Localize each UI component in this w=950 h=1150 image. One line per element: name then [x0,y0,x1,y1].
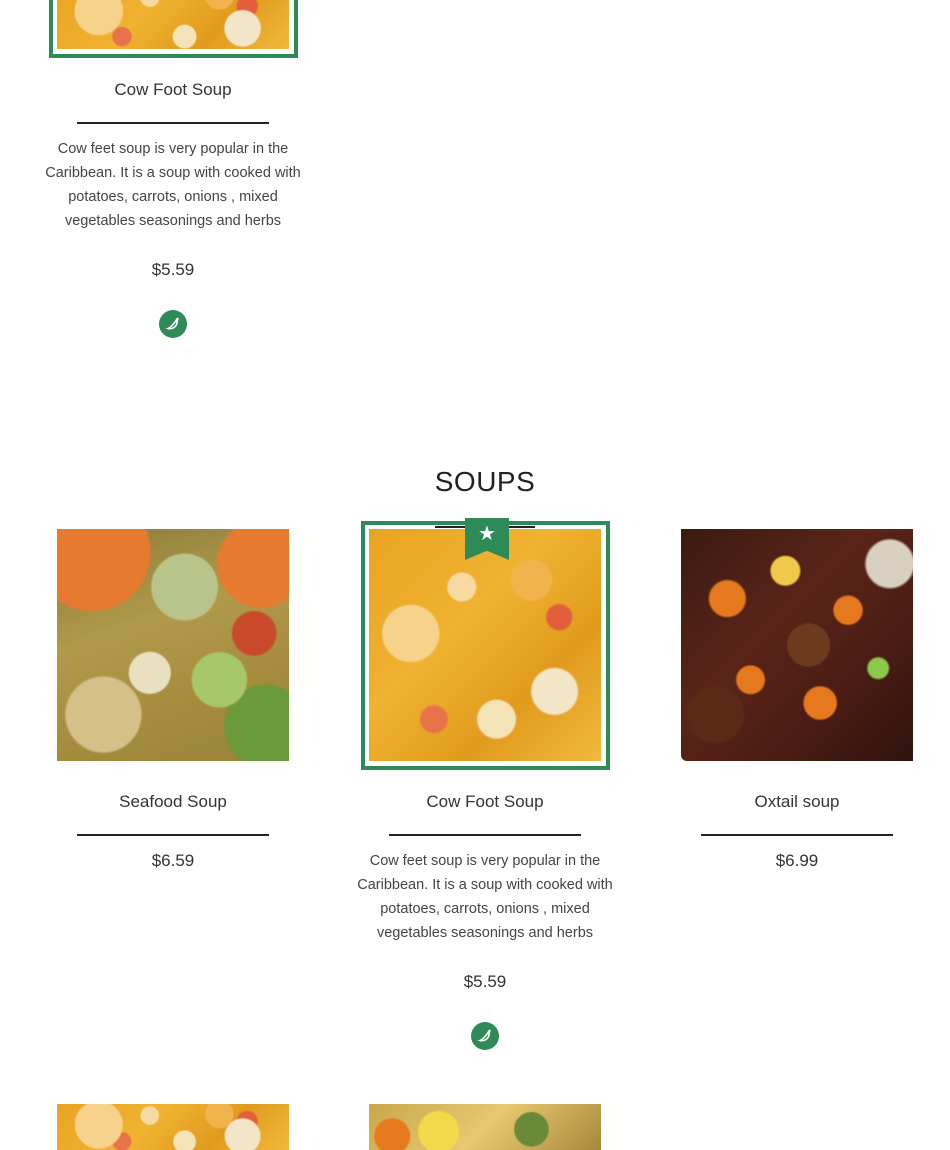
seafood-soup-image[interactable] [57,529,289,761]
item-description: Cow feet soup is very popular in the Car… [45,141,301,229]
chili-pepper-icon [471,1022,499,1050]
item-title[interactable]: Oxtail soup [672,792,922,812]
soup-image-next-row-2[interactable] [369,1104,601,1150]
cow-foot-soup-image[interactable] [369,529,601,761]
item-title[interactable]: Seafood Soup [48,792,298,812]
item-title[interactable]: Cow Foot Soup [360,792,610,812]
item-price: $5.59 [151,260,195,279]
cow-foot-soup-image-top[interactable] [57,0,289,49]
title-divider [389,834,581,836]
chili-pepper-icon [159,310,187,338]
title-divider [701,834,893,836]
menu-page: Cow Foot Soup Cow feet soup is very popu… [0,0,950,1150]
item-title[interactable]: Cow Foot Soup [48,80,298,100]
title-divider [77,834,269,836]
title-divider [77,122,269,124]
item-price: $6.99 [775,851,819,870]
item-description: Cow feet soup is very popular in the Car… [357,853,613,941]
item-price: $5.59 [463,972,507,991]
soup-image-next-row-1[interactable] [57,1104,289,1150]
item-price: $6.59 [151,851,195,870]
oxtail-soup-image[interactable] [681,529,913,761]
section-heading-soups: SOUPS [434,466,536,497]
